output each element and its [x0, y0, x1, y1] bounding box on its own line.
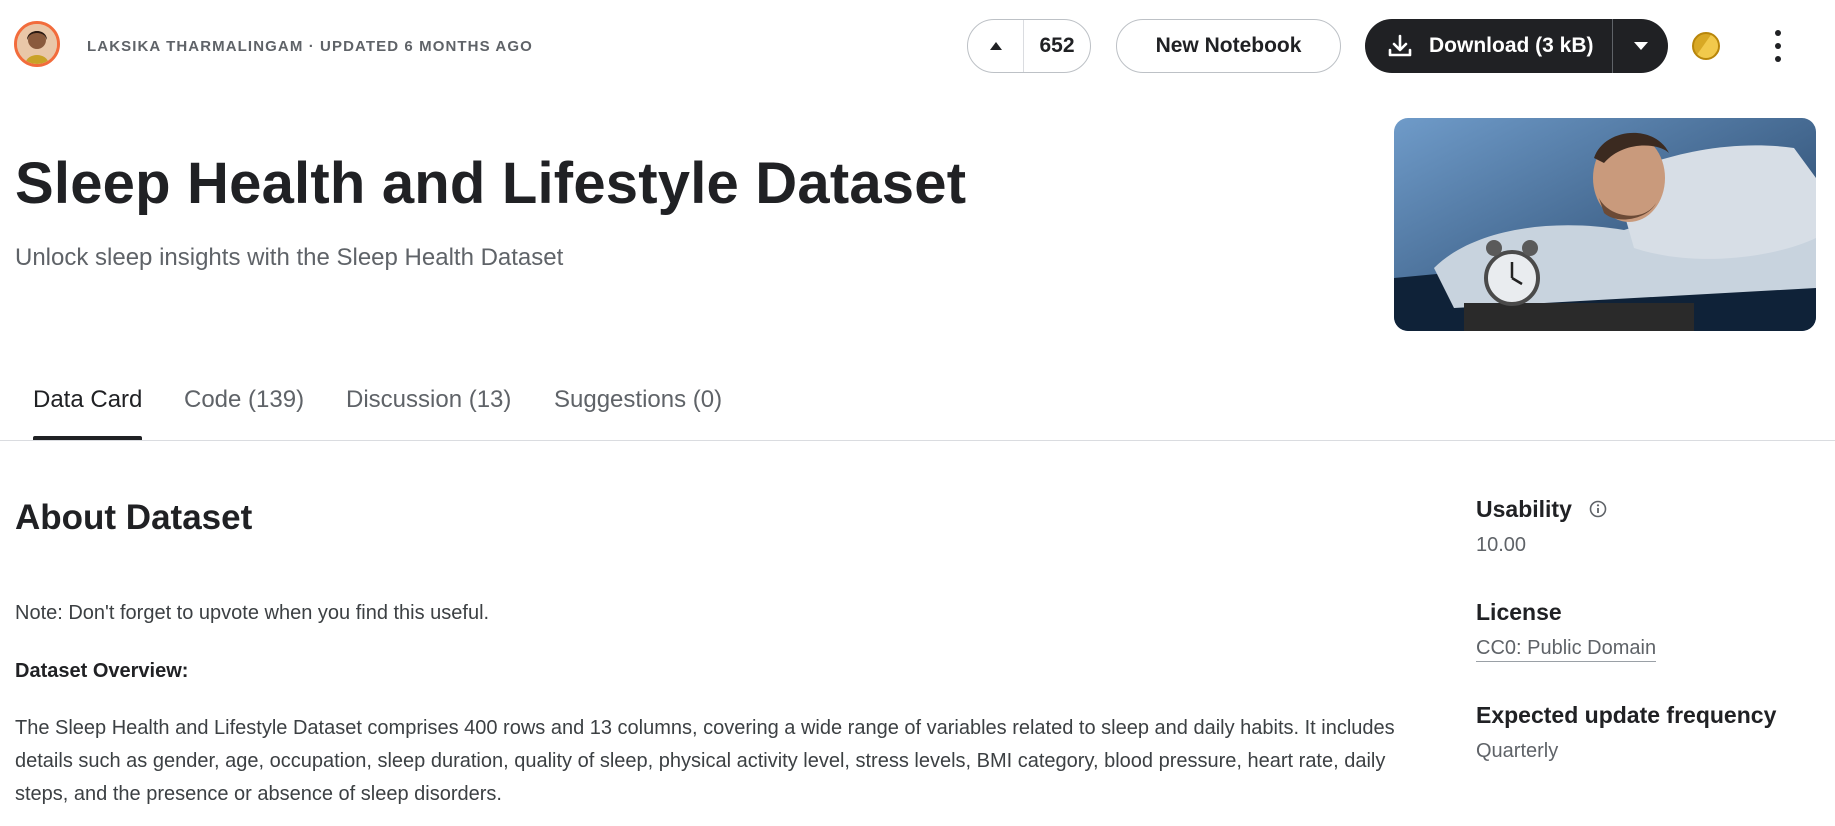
download-label: Download (3 kB): [1429, 34, 1594, 57]
update-frequency-label: Expected update frequency: [1476, 702, 1777, 728]
usability-label: Usability: [1476, 496, 1572, 522]
tab-code[interactable]: Code (139): [184, 386, 304, 440]
license-link[interactable]: CC0: Public Domain: [1476, 637, 1657, 662]
license-label: License: [1476, 599, 1562, 625]
caret-down-icon: [1633, 42, 1648, 50]
avatar-image: [17, 24, 57, 64]
usability-value: 10.00: [1476, 534, 1527, 556]
owner-avatar[interactable]: [14, 21, 60, 67]
info-icon[interactable]: [1588, 499, 1608, 519]
download-options-button[interactable]: [1613, 19, 1668, 73]
caret-up-icon: [989, 42, 1002, 50]
dataset-title: Sleep Health and Lifestyle Dataset: [15, 151, 967, 216]
vote-count[interactable]: 652: [1024, 34, 1090, 58]
update-frequency-value: Quarterly: [1476, 740, 1559, 762]
usability-heading: Usability: [1476, 496, 1608, 523]
about-heading: About Dataset: [15, 498, 253, 537]
medal-icon[interactable]: [1692, 32, 1720, 60]
upvote-button[interactable]: [968, 20, 1024, 72]
new-notebook-button[interactable]: New Notebook: [1116, 19, 1341, 73]
upvote-note: Note: Don't forget to upvote when you fi…: [15, 602, 490, 624]
download-button[interactable]: Download (3 kB): [1365, 19, 1613, 73]
cover-illustration: [1394, 118, 1816, 331]
tab-suggestions[interactable]: Suggestions (0): [554, 386, 722, 440]
owner-updated-line[interactable]: Laksika Tharmalingam · Updated 6 months …: [87, 38, 533, 55]
dataset-tabs: Data Card Code (139) Discussion (13) Sug…: [0, 386, 1835, 441]
dataset-cover-image: [1394, 118, 1816, 331]
top-bar: Laksika Tharmalingam · Updated 6 months …: [0, 0, 1835, 92]
upvote-control: 652: [967, 19, 1091, 73]
dataset-subtitle: Unlock sleep insights with the Sleep Hea…: [15, 244, 564, 271]
download-button-group: Download (3 kB): [1365, 19, 1668, 73]
tab-data-card[interactable]: Data Card: [33, 386, 143, 440]
overview-text: The Sleep Health and Lifestyle Dataset c…: [15, 717, 1395, 805]
download-icon: [1388, 34, 1412, 57]
tab-discussion[interactable]: Discussion (13): [346, 386, 511, 440]
more-options-icon[interactable]: [1766, 30, 1790, 62]
overview-heading: Dataset Overview:: [15, 660, 189, 682]
